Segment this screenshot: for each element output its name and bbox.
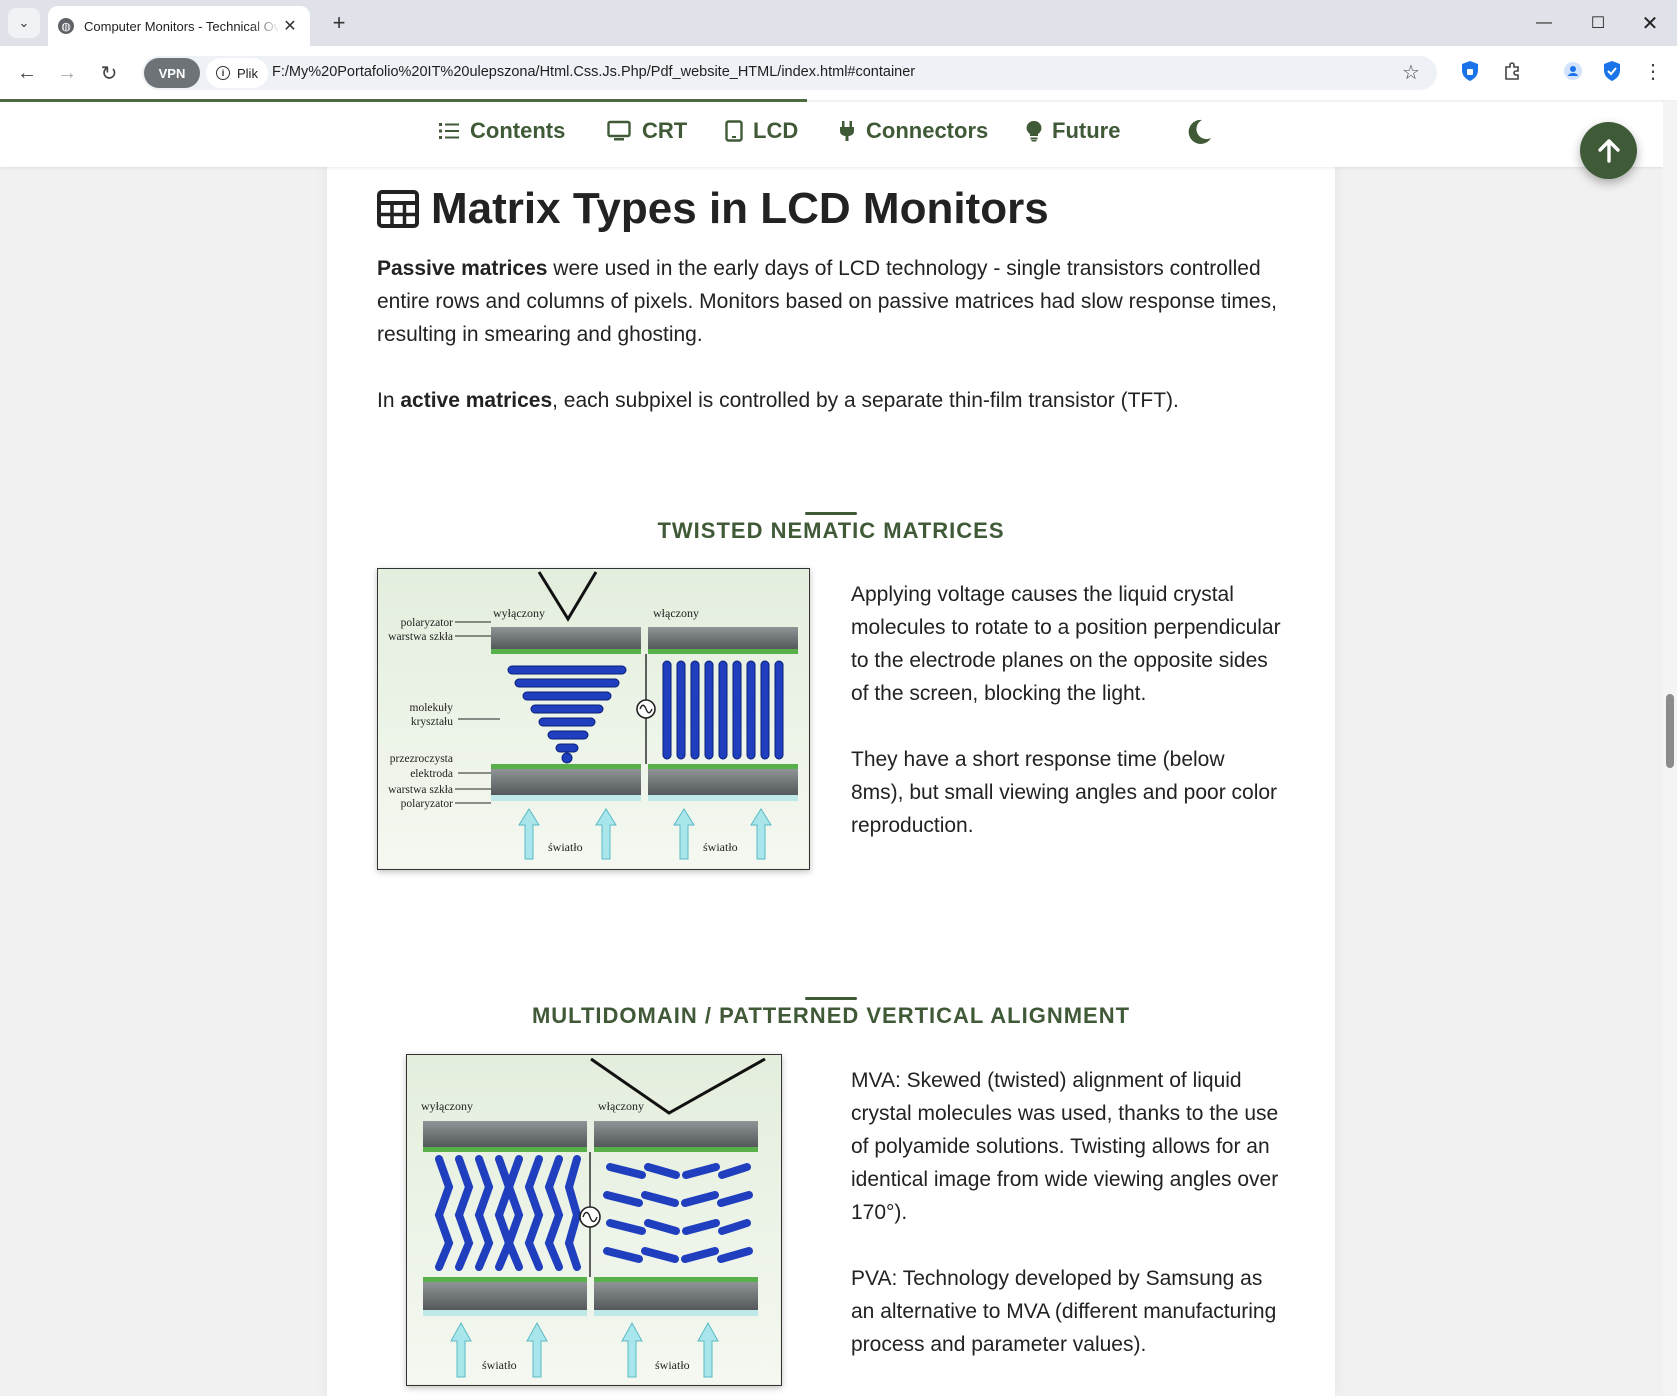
- nav-future-label: Future: [1052, 118, 1121, 143]
- page-scrollbar[interactable]: [1663, 102, 1677, 1396]
- tn-heading-text: TWISTED NEMATIC MATRICES: [657, 518, 1005, 543]
- nav-crt-label: CRT: [642, 118, 688, 143]
- mva-paragraph-2: PVA: Technology developed by Samsung as …: [851, 1267, 1277, 1356]
- mva-off-label: wyłączony: [421, 1099, 473, 1113]
- tn-glass-label: warstwa szkła: [388, 631, 453, 643]
- arrow-up-icon: [1597, 138, 1620, 163]
- tn-heading: TWISTED NEMATIC MATRICES: [327, 512, 1335, 544]
- tn-on-label: włączony: [653, 606, 699, 620]
- content-card: Matrix Types in LCD Monitors Passive mat…: [327, 102, 1335, 1396]
- minimize-button[interactable]: —: [1521, 0, 1567, 46]
- tn-description: Applying voltage causes the liquid cryst…: [851, 578, 1281, 842]
- chevron-down-icon: ⌄: [18, 15, 30, 30]
- browser-window: ⌄ ◍ Computer Monitors - Technical Ov ✕ +…: [0, 0, 1677, 1396]
- web-page: Contents CRT LCD Connectors Future Matri…: [0, 102, 1663, 1396]
- address-bar[interactable]: VPN i Plik F:/My%20Portafolio%20IT%20ule…: [142, 56, 1437, 90]
- globe-icon: ◍: [58, 18, 74, 34]
- arrow-left-icon: ←: [17, 61, 37, 84]
- tab-strip: ⌄ ◍ Computer Monitors - Technical Ov ✕ +…: [0, 0, 1677, 46]
- nav-contents-label: Contents: [470, 118, 566, 143]
- mva-light-label-2: światło: [655, 1358, 690, 1372]
- tn-paragraph-2: They have a short response time (below 8…: [851, 748, 1278, 837]
- site-info-label: Plik: [237, 65, 258, 81]
- mva-heading: MULTIDOMAIN / PATTERNED VERTICAL ALIGNME…: [327, 997, 1335, 1029]
- plug-icon: [840, 121, 854, 141]
- tab-search-button[interactable]: ⌄: [8, 8, 40, 38]
- tn-electrode-label-1: przezroczysta: [390, 753, 453, 765]
- forward-button[interactable]: →: [52, 58, 82, 88]
- active-matrix-prefix: In: [377, 389, 401, 412]
- new-tab-button[interactable]: +: [326, 10, 352, 36]
- mva-light-label-1: światło: [482, 1358, 517, 1372]
- nav-connectors-label: Connectors: [866, 118, 989, 143]
- maximize-button[interactable]: ☐: [1575, 0, 1621, 46]
- passive-matrix-term: Passive matrices: [377, 257, 548, 280]
- mva-on-label: włączony: [598, 1099, 644, 1113]
- back-to-top-button[interactable]: [1580, 122, 1637, 179]
- nav-lcd[interactable]: LCD: [725, 118, 798, 144]
- tn-electrode-label-2: elektroda: [410, 768, 453, 780]
- mva-heading-text: MULTIDOMAIN / PATTERNED VERTICAL ALIGNME…: [531, 1003, 1131, 1028]
- reload-icon: ↻: [100, 62, 118, 85]
- nav-connectors[interactable]: Connectors: [838, 118, 988, 144]
- table-icon: [377, 190, 419, 228]
- active-tab[interactable]: ◍ Computer Monitors - Technical Ov ✕: [48, 6, 310, 46]
- tn-off-label: wyłączony: [493, 606, 545, 620]
- close-tab-icon[interactable]: ✕: [280, 16, 300, 36]
- reload-button[interactable]: ↻: [94, 58, 124, 88]
- profile-icon[interactable]: [1561, 59, 1585, 83]
- url-text[interactable]: F:/My%20Portafolio%20IT%20ulepszona/Html…: [272, 64, 915, 80]
- tn-diagram: wyłączony włączony polaryzator warstwa s…: [377, 568, 810, 870]
- monitor-icon: [607, 120, 631, 141]
- heading-accent: [805, 512, 857, 515]
- tn-molecules-label-1: molekuły: [410, 702, 454, 714]
- nav-contents[interactable]: Contents: [438, 118, 565, 144]
- arrow-right-icon: →: [57, 61, 77, 84]
- tn-molecules-label-2: kryształu: [411, 716, 453, 728]
- shield-check-icon[interactable]: [1600, 59, 1624, 83]
- back-button[interactable]: ←: [12, 58, 42, 88]
- mva-description: MVA: Skewed (twisted) alignment of liqui…: [851, 1064, 1281, 1361]
- list-icon: [439, 123, 459, 139]
- tn-light-label-1: światło: [548, 840, 583, 854]
- mva-diagram: wyłączony włączony światło światło: [406, 1054, 782, 1386]
- browser-toolbar: ← → ↻ VPN i Plik F:/My%20Portafolio%20IT…: [0, 46, 1677, 100]
- passive-matrix-paragraph: Passive matrices were used in the early …: [377, 252, 1277, 351]
- lightbulb-icon: [1026, 120, 1042, 142]
- tab-title: Computer Monitors - Technical Ov: [84, 18, 280, 34]
- tn-polarizer-bottom-label: polaryzator: [401, 798, 454, 810]
- active-matrix-text: , each subpixel is controlled by a separ…: [552, 389, 1179, 412]
- shield-extension-icon[interactable]: [1458, 59, 1482, 83]
- tn-light-label-2: światło: [703, 840, 738, 854]
- bookmark-star-icon[interactable]: ☆: [1402, 60, 1420, 85]
- section-title: Matrix Types in LCD Monitors: [377, 184, 1049, 234]
- nav-future[interactable]: Future: [1026, 118, 1120, 144]
- mva-paragraph-1: MVA: Skewed (twisted) alignment of liqui…: [851, 1069, 1279, 1224]
- tn-glass-bottom-label: warstwa szkła: [388, 784, 453, 796]
- scrollbar-thumb[interactable]: [1666, 694, 1674, 768]
- tn-paragraph-1: Applying voltage causes the liquid cryst…: [851, 583, 1281, 705]
- active-matrix-term: active matrices: [400, 389, 553, 412]
- tablet-icon: [725, 120, 743, 142]
- nav-lcd-label: LCD: [753, 118, 799, 143]
- puzzle-extension-icon[interactable]: [1500, 59, 1524, 83]
- more-menu-icon[interactable]: ⋮: [1641, 59, 1665, 83]
- moon-icon[interactable]: [1185, 118, 1213, 146]
- close-window-button[interactable]: ✕: [1627, 0, 1673, 46]
- section-title-text: Matrix Types in LCD Monitors: [431, 184, 1049, 233]
- nav-crt[interactable]: CRT: [606, 118, 687, 144]
- info-icon: i: [216, 66, 230, 80]
- site-navbar: Contents CRT LCD Connectors Future: [0, 102, 1663, 167]
- tn-polarizer-label: polaryzator: [401, 617, 454, 629]
- heading-accent: [805, 997, 857, 1000]
- site-info-chip[interactable]: i Plik: [206, 58, 268, 88]
- vpn-badge[interactable]: VPN: [144, 58, 200, 88]
- active-matrix-paragraph: In active matrices, each subpixel is con…: [377, 384, 1277, 417]
